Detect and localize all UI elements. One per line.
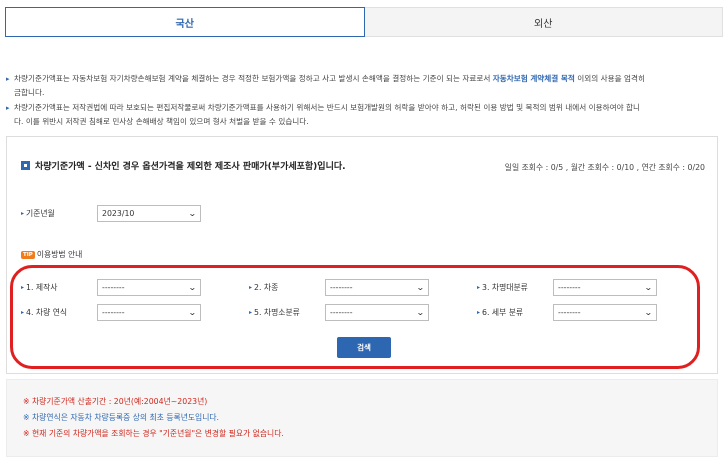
footer-note-period: ※ 차량기준가액 산출기간 : 20년(예:2004년~2023년) — [23, 397, 208, 406]
notice-text: 다. 이를 위반시 저작권 침해로 민사상 손해배상 책임이 있으며 형사 처벌… — [14, 117, 309, 126]
notice-highlight: 자동차보험 계약체결 목적 — [492, 74, 575, 83]
notice-text: 차량기준가액표는 자동차보험 자기차량손해보험 계약을 체결하는 경우 적정한 … — [14, 74, 493, 83]
vehicle-price-search-panel: 차량기준가액 - 신차인 경우 옵션가격을 제외한 제조사 판매가(부가세포함)… — [6, 136, 718, 374]
footer-note-model-year: ※ 차량연식은 자동차 차량등록증 상의 최초 등록년도입니다. — [23, 413, 220, 422]
base-month-select[interactable]: 2023/10 ⌄ — [97, 205, 201, 222]
notice-item-usage: ▸ 차량기준가액표는 자동차보험 자기차량손해보험 계약을 체결하는 경우 적정… — [6, 72, 722, 100]
notice-text: 이외의 사용을 엄격히 — [574, 74, 646, 83]
bullet-icon: ▸ — [6, 75, 10, 83]
panel-title: 차량기준가액 - 신차인 경우 옵션가격을 제외한 제조사 판매가(부가세포함)… — [21, 159, 346, 172]
query-count-status: 일일 조회수 : 0/5 , 월간 조회수 : 0/10 , 연간 조회수 : … — [504, 163, 705, 172]
notice-item-copyright: ▸ 차량기준가액표는 저작권법에 따라 보호되는 편집저작물로써 차량기준가액표… — [6, 101, 722, 129]
triangle-icon: ▸ — [21, 210, 25, 217]
bullet-icon: ▸ — [6, 104, 10, 112]
notice-text: 금합니다. — [14, 88, 45, 97]
highlight-frame — [10, 265, 700, 369]
base-month-row: ▸ 기준년월 2023/10 ⌄ — [21, 205, 201, 222]
footer-note-base-month: ※ 현재 기준의 차량가액을 조회하는 경우 "기준년월"은 변경할 필요가 없… — [23, 429, 284, 438]
footer-notes: ※ 차량기준가액 산출기간 : 20년(예:2004년~2023년) ※ 차량연… — [6, 379, 718, 457]
notice-text: 차량기준가액표는 저작권법에 따라 보호되는 편집저작물로써 차량기준가액표를 … — [14, 103, 640, 112]
usage-guide-label: 이용방법 안내 — [36, 250, 83, 259]
tab-imported[interactable]: 외산 — [364, 7, 723, 37]
chevron-down-icon: ⌄ — [188, 209, 198, 218]
title-square-icon — [21, 161, 30, 170]
usage-guide-link[interactable]: TIP 이용방법 안내 — [21, 249, 82, 260]
base-month-value: 2023/10 — [102, 209, 135, 218]
base-month-label-text: 기준년월 — [26, 209, 55, 218]
panel-title-text: 차량기준가액 - 신차인 경우 옵션가격을 제외한 제조사 판매가(부가세포함)… — [35, 162, 346, 172]
vehicle-origin-tabs: 국산 외산 — [5, 7, 723, 37]
tab-domestic[interactable]: 국산 — [5, 7, 365, 37]
base-month-label: ▸ 기준년월 — [21, 208, 97, 219]
tip-badge-icon: TIP — [21, 250, 35, 259]
notice-notes: ▸ 차량기준가액표는 자동차보험 자기차량손해보험 계약을 체결하는 경우 적정… — [6, 72, 722, 130]
